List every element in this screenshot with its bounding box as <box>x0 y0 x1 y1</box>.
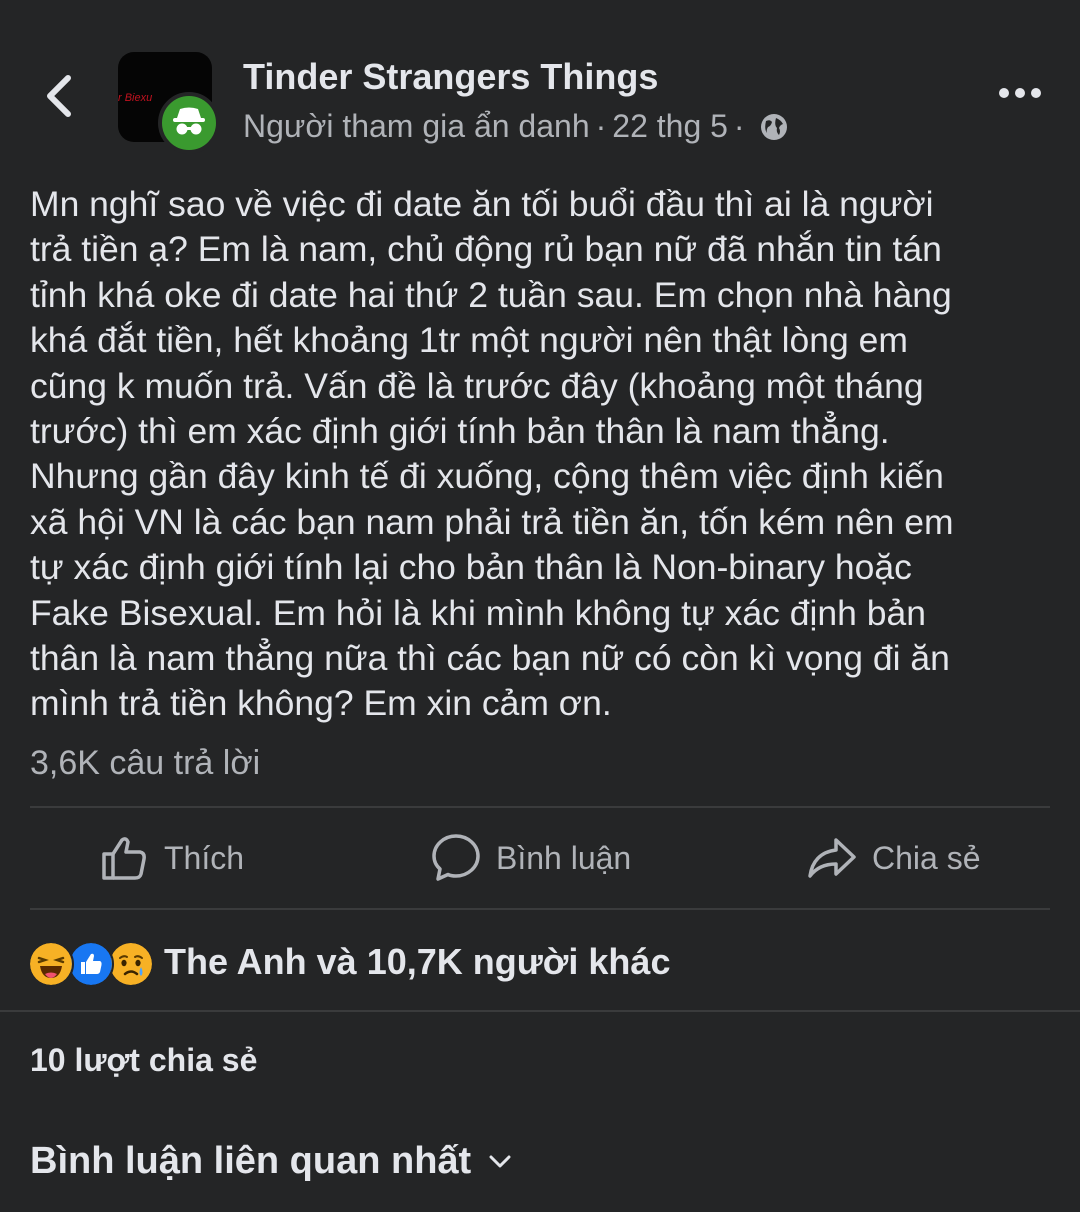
divider-top <box>30 806 1050 808</box>
comment-bubble-icon <box>432 834 480 881</box>
avatar-logo-text: r Biexu <box>118 92 153 104</box>
back-button[interactable] <box>38 66 82 126</box>
comment-sort-dropdown[interactable]: Bình luận liên quan nhất <box>30 1136 513 1186</box>
share-button[interactable]: Chia sẻ <box>806 826 981 890</box>
comment-button[interactable]: Bình luận <box>430 826 631 890</box>
reactions-summary[interactable]: The Anh và 10,7K người khác <box>28 934 670 990</box>
share-arrow-icon <box>808 838 856 878</box>
reactions-count-text: The Anh và 10,7K người khác <box>164 941 671 982</box>
share-count[interactable]: 10 lượt chia sẻ <box>30 1042 257 1079</box>
sad-icon <box>108 941 154 987</box>
meta-separator: · <box>595 108 607 144</box>
meta-separator-2: · <box>733 108 745 144</box>
reply-count[interactable]: 3,6K câu trả lời <box>30 744 260 783</box>
chevron-down-icon <box>489 1155 511 1168</box>
divider-bottom <box>30 908 1050 910</box>
like-button[interactable]: Thích <box>98 826 244 890</box>
like-label: Thích <box>164 839 245 876</box>
anonymous-badge <box>158 92 220 154</box>
more-options-button[interactable] <box>996 78 1044 108</box>
post-meta: Người tham gia ẩn danh · 22 thg 5 · <box>243 108 789 145</box>
group-name[interactable]: Tinder Strangers Things <box>243 56 658 98</box>
post-body: Mn nghĩ sao về việc đi date ăn tối buổi … <box>30 184 954 724</box>
more-dots-icon <box>999 88 1041 98</box>
comment-label: Bình luận <box>496 839 632 876</box>
haha-icon <box>28 941 74 987</box>
thumbs-up-icon <box>102 837 146 880</box>
section-divider <box>0 1010 1080 1012</box>
incognito-icon <box>173 107 205 135</box>
post-header: r Biexu Tinder Strangers Things Người th… <box>0 0 1080 160</box>
like-icon <box>68 941 114 987</box>
comment-sort-label: Bình luận liên quan nhất <box>30 1139 472 1182</box>
share-label: Chia sẻ <box>872 839 981 876</box>
chevron-left-icon <box>47 75 71 117</box>
author-name[interactable]: Người tham gia ẩn danh <box>243 108 590 145</box>
post-date[interactable]: 22 thg 5 <box>612 108 728 145</box>
globe-icon <box>760 113 787 140</box>
reaction-icons <box>28 937 156 987</box>
